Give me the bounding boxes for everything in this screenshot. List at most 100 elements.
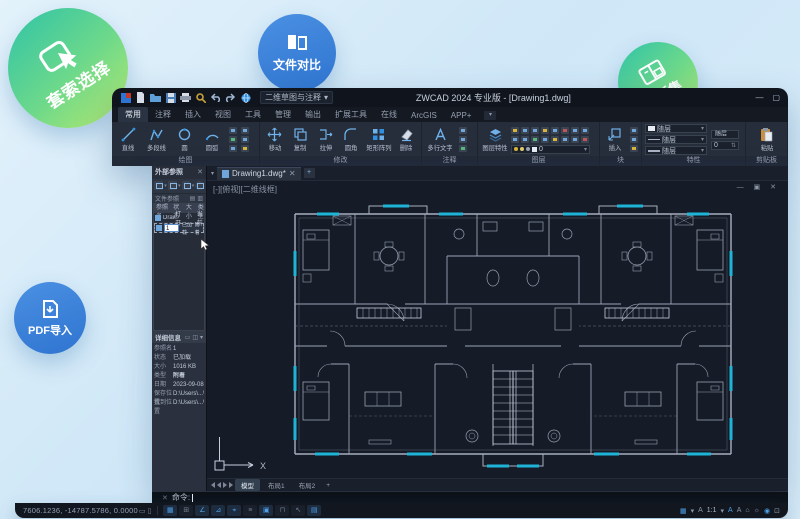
preview-toggle-icon[interactable]: ◫ xyxy=(192,334,198,341)
annotation-scale[interactable]: 1:1 xyxy=(707,507,717,514)
toggle-osnap[interactable]: ⌖ xyxy=(227,505,242,516)
paper-space-icon[interactable]: ▯ xyxy=(147,507,151,515)
undo-icon[interactable] xyxy=(210,92,221,103)
document-tab[interactable]: Drawing1.dwg* ✕ xyxy=(217,166,301,180)
fullscreen-icon[interactable]: ⊡ xyxy=(774,507,780,515)
tab-manage[interactable]: 管理 xyxy=(268,107,298,122)
fillet-tool[interactable]: 圆角 xyxy=(339,127,362,153)
layer-dropdown[interactable]: 0 ▾ xyxy=(511,144,590,154)
toggle-transparency[interactable]: ⊓ xyxy=(275,505,290,516)
tab-insert[interactable]: 插入 xyxy=(178,107,208,122)
block-more-tools[interactable] xyxy=(630,127,638,152)
last-tab-icon[interactable] xyxy=(229,482,233,488)
chevron-down-icon[interactable]: ▾ xyxy=(691,507,695,515)
close-icon[interactable]: ✕ xyxy=(197,168,203,176)
tab-model[interactable]: 模型 xyxy=(235,479,260,491)
list-view-icon[interactable]: ▤ xyxy=(190,195,196,202)
new-file-icon[interactable] xyxy=(135,92,146,103)
tab-output[interactable]: 输出 xyxy=(298,107,328,122)
workspace-switch-icon[interactable]: ⌂ xyxy=(745,507,749,514)
redo-icon[interactable] xyxy=(225,92,236,103)
tab-tools[interactable]: 工具 xyxy=(238,107,268,122)
mtext-tool[interactable]: 多行文字 xyxy=(425,127,455,153)
toggle-snap[interactable]: ⊞ xyxy=(179,505,194,516)
layer-tools-grid[interactable]: 0 ▾ xyxy=(511,126,590,154)
tree-view-icon[interactable]: ▥ xyxy=(197,195,203,202)
col-name[interactable]: 参照名 xyxy=(154,204,171,220)
annotation-auto-icon[interactable]: A xyxy=(737,507,742,514)
hardware-accel-icon[interactable]: ◉ xyxy=(764,507,770,515)
attach-image-icon[interactable]: ▾ xyxy=(167,181,181,191)
circle-tool[interactable]: 圆 xyxy=(171,127,197,153)
open-file-icon[interactable] xyxy=(150,92,161,103)
transparency-field[interactable]: 0 ⇅ xyxy=(711,140,739,150)
save-icon[interactable] xyxy=(165,92,176,103)
new-document-icon[interactable]: + xyxy=(303,168,315,178)
preview-icon[interactable] xyxy=(195,92,206,103)
toggle-lwt[interactable]: ▣ xyxy=(259,505,274,516)
layer-properties-tool[interactable]: 图层特性 xyxy=(481,127,509,153)
panel-label-block[interactable]: 块 xyxy=(600,156,641,166)
annotate-more-tools[interactable] xyxy=(459,127,467,152)
plotstyle-dropdown[interactable]: 随层 xyxy=(711,129,739,139)
array-tool[interactable]: 矩形阵列 xyxy=(365,127,393,153)
collapse-icon[interactable]: ▾ xyxy=(200,334,203,341)
linetype-dropdown[interactable]: 随层 ▾ xyxy=(645,135,707,144)
draw-more-tools[interactable] xyxy=(241,127,249,152)
toggle-polar[interactable]: ⊿ xyxy=(211,505,226,516)
panel-label-modify[interactable]: 修改 xyxy=(260,156,421,166)
toggle-grid[interactable]: ▦ xyxy=(163,505,178,516)
tab-layout2[interactable]: 布局2 xyxy=(293,479,322,491)
close-tab-icon[interactable]: ✕ xyxy=(289,169,296,178)
panel-label-properties[interactable]: 特性 xyxy=(642,156,745,166)
annotation-icon[interactable]: A xyxy=(698,507,703,514)
model-space-icon[interactable]: ▭ xyxy=(139,507,146,515)
move-tool[interactable]: 移动 xyxy=(263,127,286,153)
tab-app[interactable]: APP+ xyxy=(444,109,479,122)
toggle-dyn[interactable]: ▤ xyxy=(307,505,322,516)
add-layout-icon[interactable]: + xyxy=(323,482,333,489)
draw-more-tools[interactable] xyxy=(229,127,237,152)
toggle-ortho[interactable]: ∠ xyxy=(195,505,210,516)
color-dropdown[interactable]: 随层 ▾ xyxy=(645,124,707,133)
insert-block-tool[interactable]: 插入 xyxy=(603,127,626,153)
details-view-icon[interactable]: ▭ xyxy=(185,334,191,341)
stretch-tool[interactable]: 拉伸 xyxy=(314,127,337,153)
close-icon[interactable]: ✕ xyxy=(162,494,168,502)
refresh-icon[interactable] xyxy=(195,181,204,191)
minimize-button[interactable]: — xyxy=(755,93,763,102)
online-globe-icon[interactable] xyxy=(240,92,251,103)
line-tool[interactable]: 直线 xyxy=(115,127,141,153)
next-tab-icon[interactable] xyxy=(223,482,227,488)
ribbon-collapse-icon[interactable]: ▾ xyxy=(484,111,497,120)
tab-layout1[interactable]: 布局1 xyxy=(262,479,291,491)
drawing-canvas[interactable]: ▾ Drawing1.dwg* ✕ + [-][俯视][二维线框] — ▣ ✕ xyxy=(207,166,788,491)
xref-row-renaming[interactable]: 1 已加载 附着 xyxy=(154,223,204,236)
command-line[interactable]: ✕ 命令: xyxy=(152,491,788,503)
arc-tool[interactable]: 圆弧 xyxy=(199,127,225,153)
tab-annotate[interactable]: 注释 xyxy=(148,107,178,122)
chevron-down-icon[interactable]: ▾ xyxy=(721,507,725,515)
panel-label-layers[interactable]: 图层 xyxy=(478,156,599,166)
copy-tool[interactable]: 复制 xyxy=(288,127,311,153)
plot-icon[interactable] xyxy=(180,92,191,103)
annotation-visibility-icon[interactable]: A xyxy=(728,507,733,514)
paste-tool[interactable]: 粘贴 xyxy=(754,127,780,153)
lineweight-dropdown[interactable]: 随层 ▾ xyxy=(645,146,707,155)
isolate-icon[interactable]: ☼ xyxy=(754,507,760,514)
panel-label-annotate[interactable]: 注释 xyxy=(422,156,477,166)
tab-arcgis[interactable]: ArcGIS xyxy=(404,109,444,122)
erase-tool[interactable]: 删除 xyxy=(395,127,418,153)
first-tab-icon[interactable] xyxy=(211,482,215,488)
workspace-dropdown[interactable]: 二维草图与注释 ▾ xyxy=(260,91,334,104)
xref-rename-input[interactable]: 1 xyxy=(164,224,180,233)
maximize-button[interactable]: ▢ xyxy=(772,93,780,102)
panel-label-clipboard[interactable]: 剪贴板 xyxy=(746,156,787,166)
attach-dwg-icon[interactable]: ▾ xyxy=(154,181,167,191)
tab-express[interactable]: 扩展工具 xyxy=(328,107,374,122)
viewport-controls[interactable]: [-][俯视][二维线框] xyxy=(213,184,277,195)
app-logo-icon[interactable] xyxy=(120,92,131,103)
toggle-otrack[interactable]: ≡ xyxy=(243,505,258,516)
doc-list-caret-icon[interactable]: ▾ xyxy=(211,170,214,177)
model-grid-icon[interactable]: ▦ xyxy=(680,507,687,515)
